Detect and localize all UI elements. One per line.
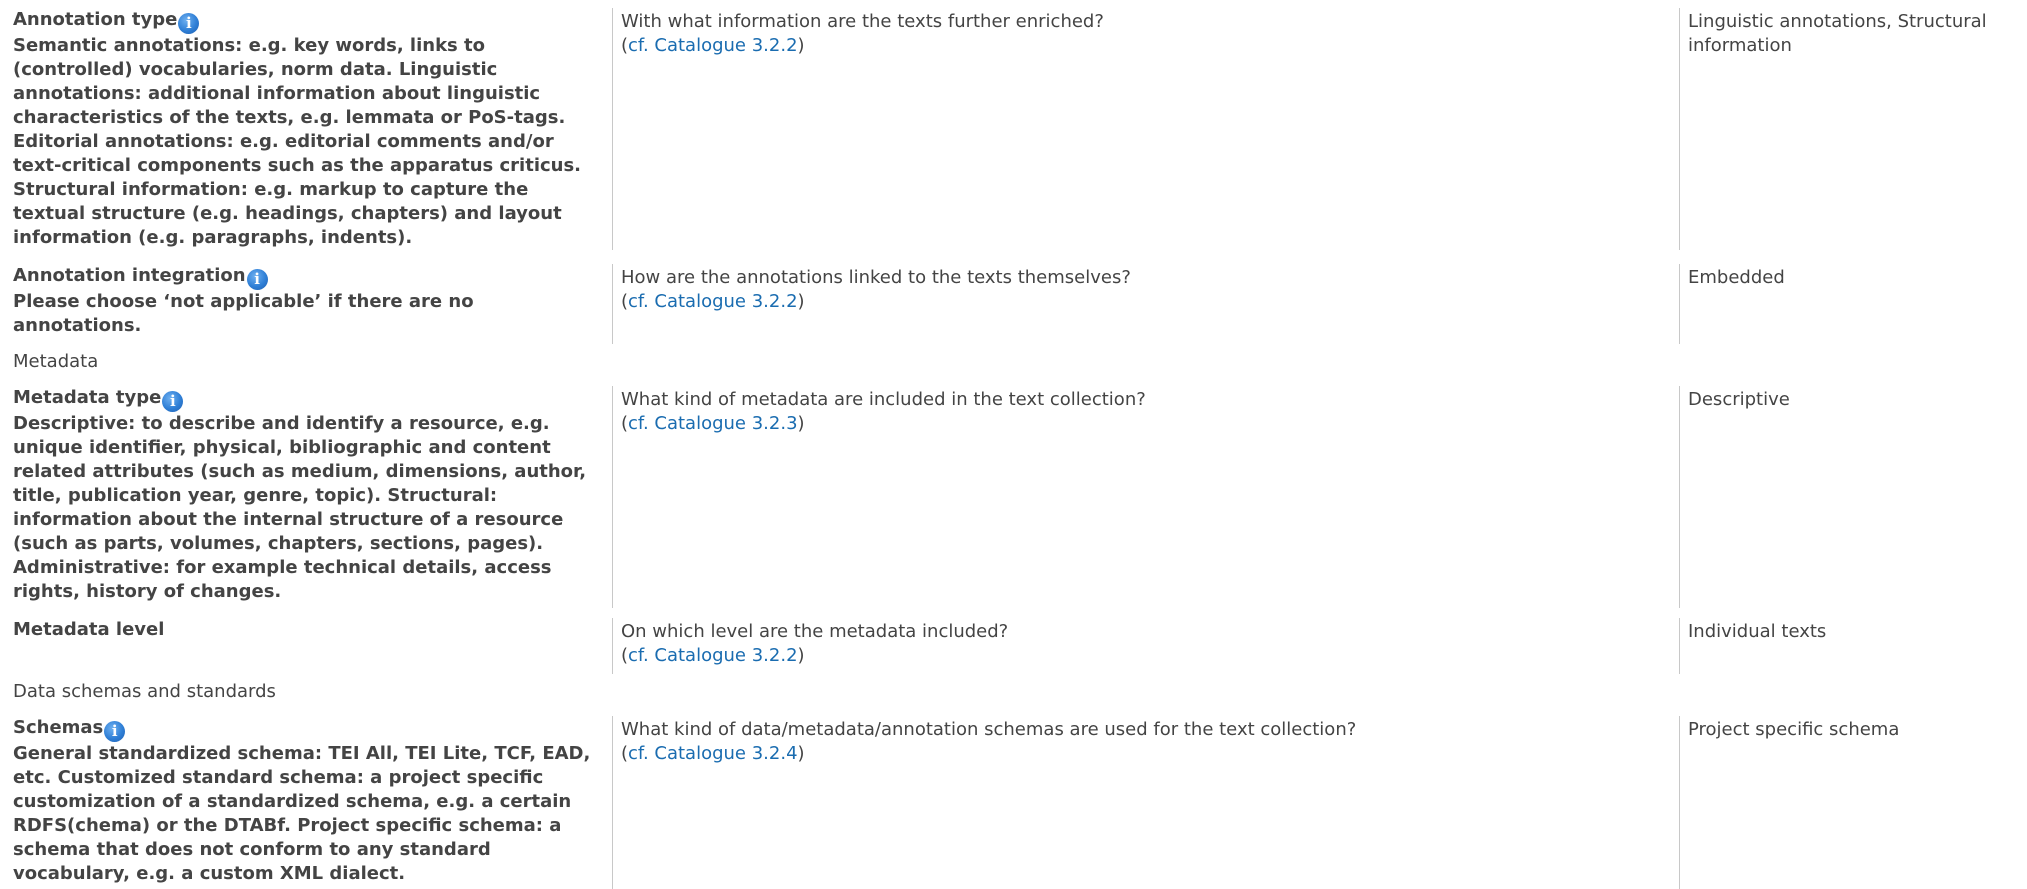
- table-row: Annotation type i Semantic annotations: e…: [0, 8, 2027, 250]
- catalogue-reference: (cf. Catalogue 3.2.2): [621, 291, 805, 312]
- answer-cell: Linguistic annotations, Structural infor…: [1679, 8, 2020, 250]
- criterion-label: Schemas: [13, 717, 104, 738]
- criterion-label: Metadata level: [13, 619, 165, 640]
- answer-cell: Embedded: [1679, 264, 2020, 344]
- question-text: On which level are the metadata included…: [621, 621, 1009, 642]
- criterion-cell: Metadata level: [13, 618, 603, 642]
- criterion-description: Semantic annotations: e.g. key words, li…: [13, 35, 582, 248]
- catalogue-link[interactable]: cf. Catalogue 3.2.2: [628, 35, 798, 56]
- question-text: What kind of metadata are included in th…: [621, 389, 1146, 410]
- question-text: What kind of data/metadata/annotation sc…: [621, 719, 1357, 740]
- catalogue-reference: (cf. Catalogue 3.2.3): [621, 413, 805, 434]
- catalogue-reference: (cf. Catalogue 3.2.4): [621, 743, 805, 764]
- answer-cell: Individual texts: [1679, 618, 2020, 674]
- table-row: Metadata level On which level are the me…: [0, 618, 2027, 674]
- question-cell: With what information are the texts furt…: [612, 8, 1679, 250]
- criterion-cell: Annotation type i Semantic annotations: e…: [13, 8, 603, 250]
- question-cell: What kind of metadata are included in th…: [612, 386, 1679, 608]
- criterion-description: Please choose ‘not applicable’ if there …: [13, 291, 474, 336]
- catalogue-reference: (cf. Catalogue 3.2.2): [621, 35, 805, 56]
- criterion-label: Metadata type: [13, 387, 162, 408]
- info-icon[interactable]: i: [178, 13, 200, 34]
- answer-text: Individual texts: [1688, 621, 1827, 642]
- catalogue-link[interactable]: cf. Catalogue 3.2.2: [628, 291, 798, 312]
- answer-text: Embedded: [1688, 267, 1785, 288]
- catalogue-link[interactable]: cf. Catalogue 3.2.2: [628, 645, 798, 666]
- table-row: Schemas i General standardized schema: TE…: [0, 716, 2027, 889]
- info-icon[interactable]: i: [162, 391, 184, 412]
- answer-cell: Descriptive: [1679, 386, 2020, 608]
- catalogue-link[interactable]: cf. Catalogue 3.2.4: [628, 743, 798, 764]
- question-cell: On which level are the metadata included…: [612, 618, 1679, 674]
- criterion-label: Annotation type: [13, 9, 178, 30]
- criterion-cell: Schemas i General standardized schema: TE…: [13, 716, 603, 886]
- catalogue-link[interactable]: cf. Catalogue 3.2.3: [628, 413, 798, 434]
- question-cell: What kind of data/metadata/annotation sc…: [612, 716, 1679, 889]
- criterion-cell: Annotation integration i Please choose ‘n…: [13, 264, 603, 338]
- question-cell: How are the annotations linked to the te…: [612, 264, 1679, 344]
- criterion-cell: Metadata type i Descriptive: to describe …: [13, 386, 603, 604]
- question-text: How are the annotations linked to the te…: [621, 267, 1131, 288]
- info-icon[interactable]: i: [104, 721, 126, 742]
- question-text: With what information are the texts furt…: [621, 11, 1104, 32]
- criterion-description: General standardized schema: TEI All, TE…: [13, 743, 591, 884]
- criterion-description: Descriptive: to describe and identify a …: [13, 413, 587, 602]
- answer-text: Project specific schema: [1688, 719, 1900, 740]
- section-heading-data-schemas: Data schemas and standards: [13, 681, 276, 702]
- criterion-label: Annotation integration: [13, 265, 246, 286]
- table-row: Metadata type i Descriptive: to describe …: [0, 386, 2027, 608]
- answer-cell: Project specific schema: [1679, 716, 2020, 889]
- table-row: Annotation integration i Please choose ‘n…: [0, 264, 2027, 344]
- section-heading-metadata: Metadata: [13, 351, 99, 372]
- catalogue-reference: (cf. Catalogue 3.2.2): [621, 645, 805, 666]
- answer-text: Linguistic annotations, Structural infor…: [1688, 11, 1987, 56]
- info-icon[interactable]: i: [246, 269, 268, 290]
- answer-text: Descriptive: [1688, 389, 1790, 410]
